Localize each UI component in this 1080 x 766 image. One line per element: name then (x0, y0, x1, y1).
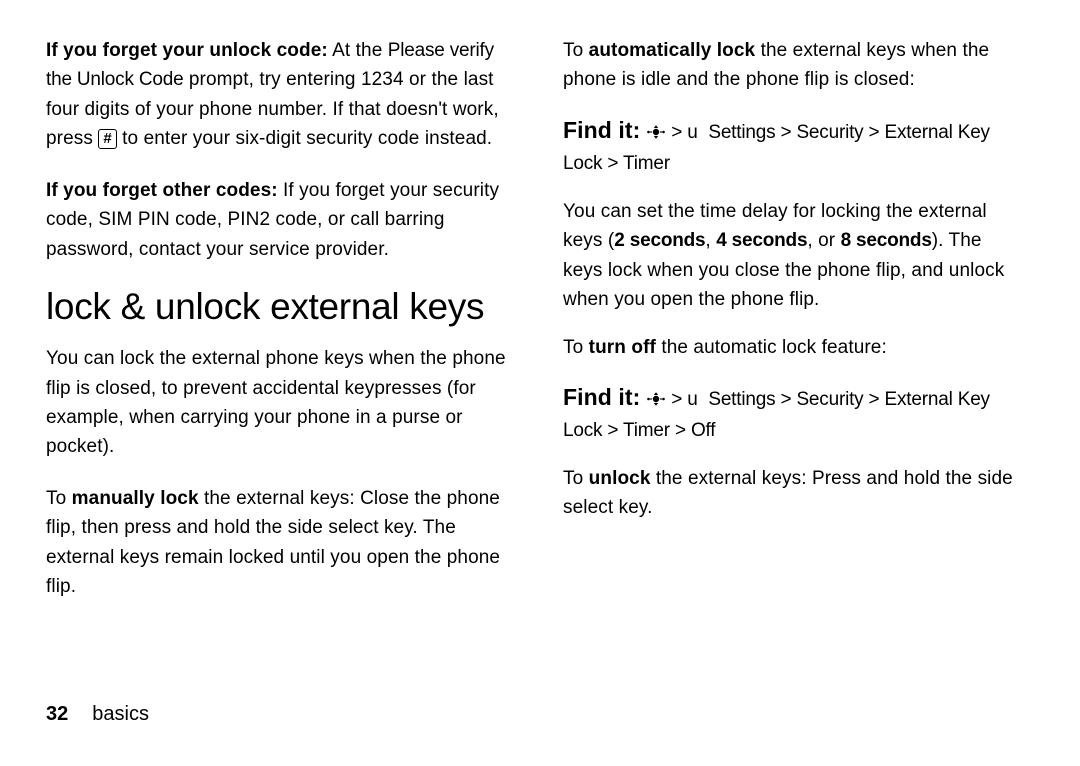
forgot-unlock-code-paragraph: If you forget your unlock code: At the P… (46, 36, 507, 154)
bold: manually lock (72, 488, 199, 509)
nav-key-icon (646, 387, 666, 416)
manual-page: If you forget your unlock code: At the P… (0, 0, 1080, 766)
forgot-other-codes-paragraph: If you forget other codes: If you forget… (46, 176, 507, 264)
unlock-paragraph: To unlock the external keys: Press and h… (563, 464, 1024, 523)
text: To (563, 40, 589, 61)
section-heading: lock & unlock external keys (46, 286, 507, 328)
lead-bold: If you forget your unlock code: (46, 40, 328, 61)
sep: , or (807, 230, 840, 251)
bold: automatically lock (589, 40, 756, 61)
sep: , (705, 230, 716, 251)
time-delay-paragraph: You can set the time delay for locking t… (563, 197, 1024, 315)
option: 4 seconds (716, 230, 807, 251)
gt: > (671, 389, 687, 410)
bold: unlock (589, 468, 651, 489)
text: To (46, 488, 72, 509)
text: To (563, 468, 589, 489)
right-column: To automatically lock the external keys … (563, 36, 1024, 676)
option: 8 seconds (841, 230, 932, 251)
find-it-path-2: Find it: > u Settings > Security > Exter… (563, 380, 1024, 446)
text: the automatic lock feature: (656, 337, 887, 358)
page-number: 32 (46, 703, 68, 725)
lead-bold: If you forget other codes: (46, 180, 278, 201)
section-name: basics (92, 703, 149, 725)
left-column: If you forget your unlock code: At the P… (46, 36, 507, 676)
option: 2 seconds (614, 230, 705, 251)
hash-key-icon: # (98, 129, 116, 148)
turn-off-intro: To turn off the automatic lock feature: (563, 333, 1024, 362)
find-it-path-1: Find it: > u Settings > Security > Exter… (563, 113, 1024, 179)
text: To (563, 337, 589, 358)
auto-lock-intro: To automatically lock the external keys … (563, 36, 1024, 95)
intro-paragraph: You can lock the external phone keys whe… (46, 344, 507, 462)
two-column-layout: If you forget your unlock code: At the P… (46, 36, 1024, 676)
menu-u: u (687, 122, 697, 143)
find-it-label: Find it: (563, 117, 640, 143)
menu-u: u (687, 389, 697, 410)
bold: turn off (589, 337, 656, 358)
find-it-label: Find it: (563, 384, 640, 410)
nav-key-icon (646, 120, 666, 149)
gt: > (671, 122, 687, 143)
text: At the (328, 40, 388, 61)
text: to enter your six-digit security code in… (117, 128, 492, 149)
page-footer: 32 basics (46, 703, 149, 726)
manual-lock-paragraph: To manually lock the external keys: Clos… (46, 484, 507, 602)
